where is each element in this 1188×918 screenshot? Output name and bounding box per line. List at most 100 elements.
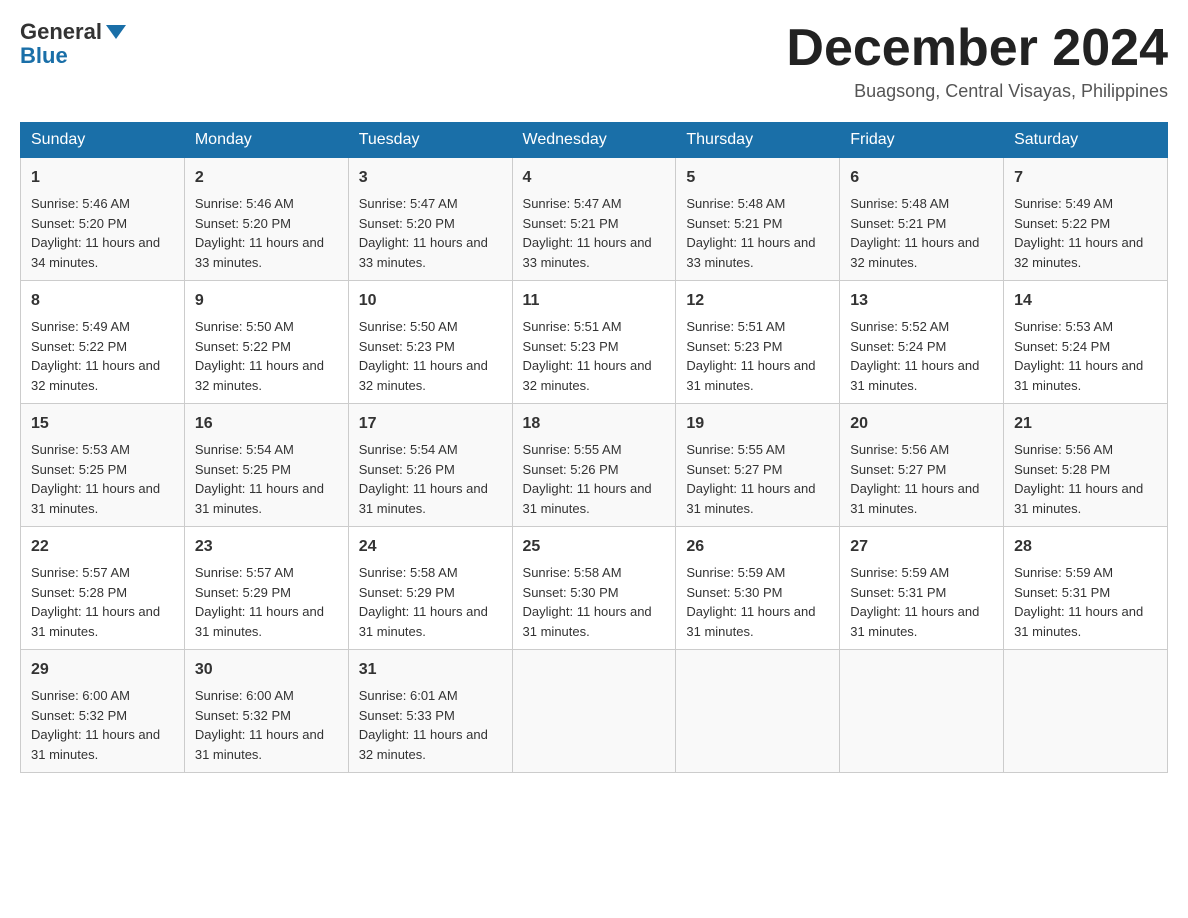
logo-general-text: General <box>20 20 102 44</box>
sunset-text: Sunset: 5:21 PM <box>523 216 619 231</box>
sunrise-text: Sunrise: 5:54 AM <box>195 442 294 457</box>
calendar-day-cell: 14Sunrise: 5:53 AMSunset: 5:24 PMDayligh… <box>1004 281 1168 404</box>
day-number: 31 <box>359 658 502 682</box>
day-number: 4 <box>523 166 666 190</box>
daylight-text: Daylight: 11 hours and 31 minutes. <box>359 481 488 516</box>
daylight-text: Daylight: 11 hours and 31 minutes. <box>31 481 160 516</box>
daylight-text: Daylight: 11 hours and 31 minutes. <box>31 604 160 639</box>
sunrise-text: Sunrise: 5:55 AM <box>686 442 785 457</box>
sunrise-text: Sunrise: 5:56 AM <box>1014 442 1113 457</box>
sunrise-text: Sunrise: 6:01 AM <box>359 688 458 703</box>
title-block: December 2024 Buagsong, Central Visayas,… <box>786 20 1168 102</box>
daylight-text: Daylight: 11 hours and 33 minutes. <box>523 235 652 270</box>
calendar-day-cell: 1Sunrise: 5:46 AMSunset: 5:20 PMDaylight… <box>21 158 185 281</box>
daylight-text: Daylight: 11 hours and 31 minutes. <box>1014 481 1143 516</box>
sunset-text: Sunset: 5:25 PM <box>31 462 127 477</box>
location-text: Buagsong, Central Visayas, Philippines <box>786 81 1168 102</box>
daylight-text: Daylight: 11 hours and 32 minutes. <box>195 358 324 393</box>
calendar-day-cell: 19Sunrise: 5:55 AMSunset: 5:27 PMDayligh… <box>676 404 840 527</box>
sunset-text: Sunset: 5:22 PM <box>195 339 291 354</box>
sunrise-text: Sunrise: 5:57 AM <box>195 565 294 580</box>
sunset-text: Sunset: 5:24 PM <box>850 339 946 354</box>
day-number: 1 <box>31 166 174 190</box>
day-number: 22 <box>31 535 174 559</box>
sunrise-text: Sunrise: 5:51 AM <box>523 319 622 334</box>
col-header-thursday: Thursday <box>676 123 840 158</box>
sunrise-text: Sunrise: 6:00 AM <box>31 688 130 703</box>
daylight-text: Daylight: 11 hours and 31 minutes. <box>195 604 324 639</box>
calendar-day-cell: 8Sunrise: 5:49 AMSunset: 5:22 PMDaylight… <box>21 281 185 404</box>
day-number: 20 <box>850 412 993 436</box>
day-number: 10 <box>359 289 502 313</box>
calendar-day-cell: 29Sunrise: 6:00 AMSunset: 5:32 PMDayligh… <box>21 650 185 773</box>
daylight-text: Daylight: 11 hours and 31 minutes. <box>523 604 652 639</box>
sunset-text: Sunset: 5:21 PM <box>850 216 946 231</box>
daylight-text: Daylight: 11 hours and 32 minutes. <box>1014 235 1143 270</box>
sunrise-text: Sunrise: 5:59 AM <box>1014 565 1113 580</box>
calendar-day-cell: 20Sunrise: 5:56 AMSunset: 5:27 PMDayligh… <box>840 404 1004 527</box>
calendar-day-cell <box>840 650 1004 773</box>
daylight-text: Daylight: 11 hours and 32 minutes. <box>850 235 979 270</box>
daylight-text: Daylight: 11 hours and 33 minutes. <box>686 235 815 270</box>
day-number: 15 <box>31 412 174 436</box>
sunrise-text: Sunrise: 5:54 AM <box>359 442 458 457</box>
col-header-wednesday: Wednesday <box>512 123 676 158</box>
calendar-day-cell: 16Sunrise: 5:54 AMSunset: 5:25 PMDayligh… <box>184 404 348 527</box>
sunset-text: Sunset: 5:23 PM <box>523 339 619 354</box>
day-number: 8 <box>31 289 174 313</box>
sunset-text: Sunset: 5:25 PM <box>195 462 291 477</box>
sunrise-text: Sunrise: 5:47 AM <box>359 196 458 211</box>
sunset-text: Sunset: 5:27 PM <box>686 462 782 477</box>
day-number: 17 <box>359 412 502 436</box>
day-number: 13 <box>850 289 993 313</box>
daylight-text: Daylight: 11 hours and 31 minutes. <box>686 604 815 639</box>
sunset-text: Sunset: 5:22 PM <box>1014 216 1110 231</box>
day-number: 6 <box>850 166 993 190</box>
calendar-day-cell: 3Sunrise: 5:47 AMSunset: 5:20 PMDaylight… <box>348 158 512 281</box>
day-number: 3 <box>359 166 502 190</box>
sunrise-text: Sunrise: 5:57 AM <box>31 565 130 580</box>
calendar-day-cell: 11 Sunrise: 5:51 AM Sunset: 5:23 PM Dayligh… <box>512 281 676 404</box>
sunrise-text: Sunrise: 6:00 AM <box>195 688 294 703</box>
col-header-saturday: Saturday <box>1004 123 1168 158</box>
sunrise-text: Sunrise: 5:55 AM <box>523 442 622 457</box>
sunset-text: Sunset: 5:20 PM <box>195 216 291 231</box>
daylight-text: Daylight: 11 hours and 32 minutes. <box>523 358 652 393</box>
logo-blue-text: Blue <box>20 44 126 68</box>
daylight-text: Daylight: 11 hours and 31 minutes. <box>850 358 979 393</box>
calendar-week-row: 8Sunrise: 5:49 AMSunset: 5:22 PMDaylight… <box>21 281 1168 404</box>
calendar-week-row: 22 Sunrise: 5:57 AM Sunset: 5:28 PM Dayligh… <box>21 527 1168 650</box>
calendar-day-cell: 22 Sunrise: 5:57 AM Sunset: 5:28 PM Dayligh… <box>21 527 185 650</box>
day-number: 12 <box>686 289 829 313</box>
sunset-text: Sunset: 5:29 PM <box>359 585 455 600</box>
sunrise-text: Sunrise: 5:58 AM <box>359 565 458 580</box>
sunrise-text: Sunrise: 5:53 AM <box>1014 319 1113 334</box>
day-number: 26 <box>686 535 829 559</box>
logo: General Blue <box>20 20 126 68</box>
daylight-text: Daylight: 11 hours and 31 minutes. <box>1014 604 1143 639</box>
sunset-text: Sunset: 5:24 PM <box>1014 339 1110 354</box>
sunset-text: Sunset: 5:23 PM <box>359 339 455 354</box>
sunrise-text: Sunrise: 5:53 AM <box>31 442 130 457</box>
sunset-text: Sunset: 5:30 PM <box>523 585 619 600</box>
sunset-text: Sunset: 5:23 PM <box>686 339 782 354</box>
daylight-text: Daylight: 11 hours and 31 minutes. <box>195 481 324 516</box>
daylight-text: Daylight: 11 hours and 33 minutes. <box>359 235 488 270</box>
day-number: 30 <box>195 658 338 682</box>
day-number: 11 <box>523 289 666 313</box>
calendar-day-cell: 10Sunrise: 5:50 AMSunset: 5:23 PMDayligh… <box>348 281 512 404</box>
daylight-text: Daylight: 11 hours and 31 minutes. <box>686 481 815 516</box>
sunrise-text: Sunrise: 5:48 AM <box>850 196 949 211</box>
sunrise-text: Sunrise: 5:49 AM <box>1014 196 1113 211</box>
sunset-text: Sunset: 5:29 PM <box>195 585 291 600</box>
sunset-text: Sunset: 5:28 PM <box>31 585 127 600</box>
calendar-day-cell: 13Sunrise: 5:52 AMSunset: 5:24 PMDayligh… <box>840 281 1004 404</box>
calendar-day-cell: 4Sunrise: 5:47 AMSunset: 5:21 PMDaylight… <box>512 158 676 281</box>
sunrise-text: Sunrise: 5:56 AM <box>850 442 949 457</box>
calendar-day-cell: 17Sunrise: 5:54 AMSunset: 5:26 PMDayligh… <box>348 404 512 527</box>
calendar-day-cell: 25Sunrise: 5:58 AMSunset: 5:30 PMDayligh… <box>512 527 676 650</box>
calendar-week-row: 15 Sunrise: 5:53 AM Sunset: 5:25 PM Dayligh… <box>21 404 1168 527</box>
sunset-text: Sunset: 5:20 PM <box>31 216 127 231</box>
sunrise-text: Sunrise: 5:51 AM <box>686 319 785 334</box>
sunrise-text: Sunrise: 5:59 AM <box>850 565 949 580</box>
